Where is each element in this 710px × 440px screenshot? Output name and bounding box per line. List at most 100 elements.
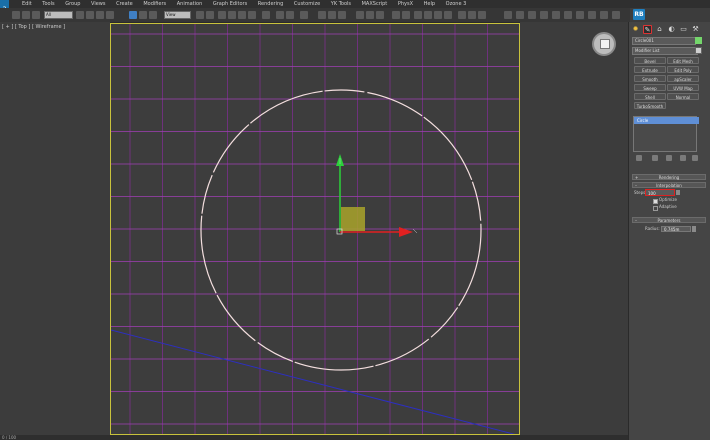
steps-spinner-arrows-icon[interactable]	[676, 190, 680, 195]
teapot-render-icon[interactable]	[528, 11, 536, 19]
percent-snap-icon[interactable]	[238, 11, 246, 19]
top-viewport[interactable]	[110, 23, 520, 435]
move-icon[interactable]	[129, 11, 137, 19]
schematic-view-icon[interactable]	[328, 11, 336, 19]
rendered-frame-icon[interactable]	[366, 11, 374, 19]
parameters-rollout[interactable]: – Parameters	[632, 217, 706, 223]
menu-customize[interactable]: Customize	[294, 0, 320, 8]
configure-sets-icon[interactable]	[692, 155, 698, 161]
material-editor-icon[interactable]	[338, 11, 346, 19]
make-unique-icon[interactable]	[666, 155, 672, 161]
menu-yk-tools[interactable]: YK Tools	[331, 0, 351, 8]
light-icon[interactable]	[540, 11, 548, 19]
mesh-icon[interactable]	[600, 11, 608, 19]
environment-icon[interactable]	[444, 11, 452, 19]
show-end-result-icon[interactable]	[652, 155, 658, 161]
radius-spinner[interactable]: 0.745m	[661, 226, 691, 232]
sweep-button[interactable]: Sweep	[634, 84, 666, 91]
smooth-button[interactable]: Smooth	[634, 75, 666, 82]
pin-stack-icon[interactable]	[636, 155, 642, 161]
angle-snap-icon[interactable]	[228, 11, 236, 19]
systems-icon[interactable]	[588, 11, 596, 19]
select-by-name-icon[interactable]	[86, 11, 94, 19]
menu-tools[interactable]: Tools	[42, 0, 54, 8]
modify-tab-icon[interactable]: ✎	[643, 25, 652, 34]
transform-gizmo[interactable]	[336, 154, 418, 237]
helper-icon[interactable]	[564, 11, 572, 19]
object-name-field[interactable]: Circle001	[632, 37, 696, 45]
window-crossing-icon[interactable]	[106, 11, 114, 19]
viewcube-icon[interactable]	[594, 34, 614, 54]
menu-animation[interactable]: Animation	[177, 0, 203, 8]
render-iterative-icon[interactable]	[402, 11, 410, 19]
x-axis-arrow-icon[interactable]	[399, 227, 413, 237]
chevron-down-icon[interactable]	[695, 47, 702, 54]
align-icon[interactable]	[286, 11, 294, 19]
motion-tab-icon[interactable]: ◐	[667, 25, 676, 34]
remove-modifier-icon[interactable]	[680, 155, 686, 161]
viewport-canvas[interactable]	[111, 24, 520, 435]
menu-modifiers[interactable]: Modifiers	[143, 0, 166, 8]
redo-icon[interactable]	[22, 11, 30, 19]
box-icon[interactable]	[612, 11, 620, 19]
object-color-swatch[interactable]	[695, 37, 702, 44]
xy-plane-handle[interactable]	[341, 207, 365, 231]
menu-group[interactable]: Group	[65, 0, 80, 8]
render-icon[interactable]	[376, 11, 384, 19]
plugin-icon[interactable]	[458, 11, 466, 19]
selection-filter-dropdown[interactable]: All	[44, 11, 73, 19]
menu-physx[interactable]: PhysX	[398, 0, 413, 8]
modifier-list-dropdown[interactable]: Modifier List	[632, 47, 698, 55]
snap-toggle-icon[interactable]	[218, 11, 226, 19]
radius-spinner-arrows-icon[interactable]	[692, 226, 696, 232]
utilities-tab-icon[interactable]: ⚒	[691, 25, 700, 34]
rect-select-icon[interactable]	[96, 11, 104, 19]
adaptive-checkbox[interactable]	[653, 206, 658, 211]
curve-editor-icon[interactable]	[318, 11, 326, 19]
turbosmooth-button[interactable]: TurboSmooth	[634, 102, 666, 109]
menu-maxscript[interactable]: MAXScript	[362, 0, 388, 8]
edit-poly-button[interactable]: Edit Poly	[667, 66, 699, 73]
menu-views[interactable]: Views	[91, 0, 105, 8]
link-icon[interactable]	[32, 11, 40, 19]
optimize-checkbox[interactable]	[653, 199, 658, 204]
interpolation-rollout[interactable]: – Interpolation	[632, 182, 706, 188]
menu-edit[interactable]: Edit	[22, 0, 32, 8]
named-selection-icon[interactable]	[262, 11, 270, 19]
scale-icon[interactable]	[149, 11, 157, 19]
undo-icon[interactable]	[12, 11, 20, 19]
select-object-icon[interactable]	[76, 11, 84, 19]
uvw-map-button[interactable]: UVW Map	[667, 84, 699, 91]
create-tab-icon[interactable]: ✹	[631, 25, 640, 34]
extrude-button[interactable]: Extrude	[634, 66, 666, 73]
menu-ozone[interactable]: Ozone 3	[446, 0, 467, 8]
rb-badge[interactable]: RB	[633, 9, 645, 20]
ribbon-icon[interactable]	[434, 11, 442, 19]
space-warp-icon[interactable]	[576, 11, 584, 19]
mirror-icon[interactable]	[276, 11, 284, 19]
material-sphere-icon[interactable]	[504, 11, 512, 19]
camera-icon[interactable]	[552, 11, 560, 19]
reference-coord-dropdown[interactable]: View	[164, 11, 191, 19]
teapot-icon[interactable]	[392, 11, 400, 19]
rotate-icon[interactable]	[139, 11, 147, 19]
time-slider-readout[interactable]: 0 / 100	[2, 435, 16, 440]
edit-mesh-button[interactable]: Edit Mesh	[667, 57, 699, 64]
plugin-icon-2[interactable]	[468, 11, 476, 19]
sun-icon[interactable]	[516, 11, 524, 19]
spinner-snap-icon[interactable]	[248, 11, 256, 19]
render-setup-icon[interactable]	[356, 11, 364, 19]
graphite-icon[interactable]	[424, 11, 432, 19]
normal-button[interactable]: Normal	[667, 93, 699, 100]
modifier-stack[interactable]: Circle	[633, 116, 699, 152]
plugin-icon-3[interactable]	[478, 11, 486, 19]
select-manipulate-icon[interactable]	[206, 11, 214, 19]
display-tab-icon[interactable]: ▭	[679, 25, 688, 34]
steps-spinner[interactable]: 100	[645, 189, 675, 196]
stack-item-circle[interactable]: Circle	[634, 117, 699, 124]
hierarchy-tab-icon[interactable]: ⌂	[655, 25, 664, 34]
rendering-rollout[interactable]: + Rendering	[632, 174, 706, 180]
bevel-button[interactable]: Bevel	[634, 57, 666, 64]
menu-graph-editors[interactable]: Graph Editors	[213, 0, 247, 8]
menu-rendering[interactable]: Rendering	[258, 0, 284, 8]
